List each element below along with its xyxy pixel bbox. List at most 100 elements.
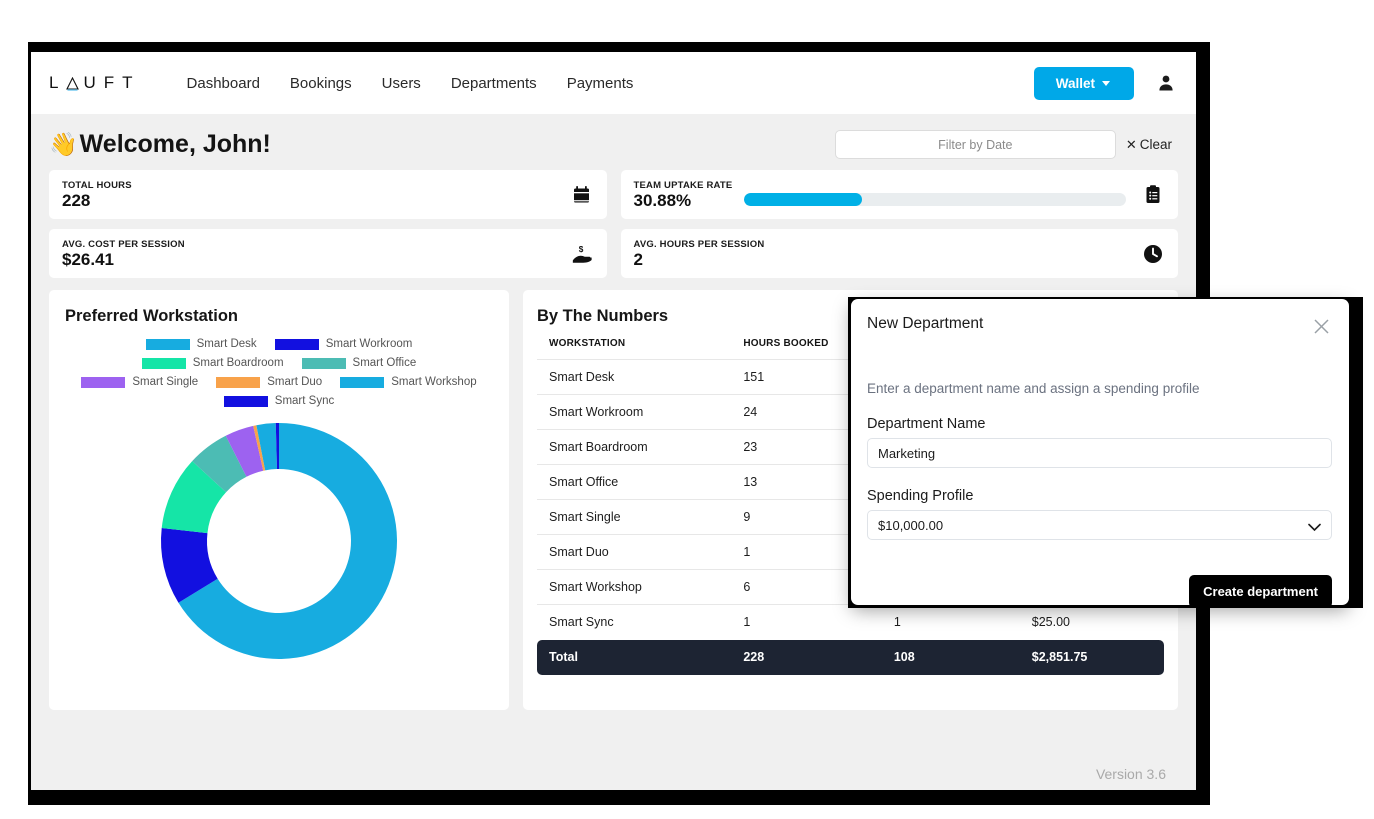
top-navbar: L U F T Dashboard Bookings Users Departm… [31, 52, 1196, 114]
legend-item[interactable]: Smart Workshop [340, 376, 477, 388]
calendar-icon [571, 184, 593, 206]
nav-link-bookings[interactable]: Bookings [290, 75, 352, 92]
modal-footer: Create department [867, 575, 1332, 608]
wallet-button-label: Wallet [1055, 75, 1095, 91]
version-label: Version 3.6 [1095, 766, 1166, 782]
legend-swatch [301, 357, 346, 369]
column-header-workstation: WORKSTATION [549, 338, 626, 349]
chart-legend: Smart Desk Smart Workroom Smart Boardroom S… [65, 338, 493, 407]
legend-label: Smart Office [352, 357, 417, 369]
lauft-logo[interactable]: L U F T [49, 73, 137, 93]
donut-chart-svg [161, 423, 397, 659]
legend-label: Smart Sync [274, 395, 335, 407]
total-cost-cell: $2,851.75 [1019, 639, 1164, 675]
new-department-modal: New Department Enter a department name a… [851, 299, 1349, 608]
clock-icon [1142, 243, 1164, 265]
table-total-row: Total 228 108 $2,851.75 [537, 639, 1164, 675]
logo-letter-t: T [122, 73, 137, 92]
modal-header: New Department [867, 315, 1332, 337]
cost-cell: $25.00 [1019, 604, 1164, 640]
close-icon[interactable] [1310, 315, 1332, 337]
date-filter-group: ✕ Clear [834, 130, 1172, 159]
workstation-cell: Smart Office [537, 464, 732, 500]
stat-card-team-uptake-rate: TEAM UPTAKE RATE 30.88% [620, 170, 1178, 219]
stat-card-avg-cost-per-session: AVG. COST PER SESSION $26.41 $ [49, 229, 607, 278]
welcome-row: 👋 Welcome, John! ✕ Clear [31, 114, 1196, 167]
workstation-cell: Smart Duo [537, 534, 732, 570]
legend-label: Smart Duo [267, 376, 323, 388]
stat-card-avg-hours-per-session: AVG. HOURS PER SESSION 2 [620, 229, 1178, 278]
triangle-icon [66, 76, 80, 91]
stat-label: AVG. HOURS PER SESSION [633, 238, 765, 250]
legend-label: Smart Boardroom [192, 357, 284, 369]
chart-title: Preferred Workstation [65, 307, 238, 325]
welcome-text: Welcome, John! [79, 130, 271, 158]
legend-swatch [141, 357, 186, 369]
stat-card-total-hours: TOTAL HOURS 228 [49, 170, 607, 219]
sessions-cell: 1 [881, 604, 1020, 640]
workstation-cell: Smart Sync [537, 604, 732, 640]
workstation-cell: Smart Workroom [537, 394, 732, 430]
date-filter-input[interactable] [834, 130, 1116, 159]
legend-label: Smart Single [132, 376, 199, 388]
legend-item[interactable]: Smart Workroom [274, 338, 413, 350]
wave-icon: 👋 [49, 131, 78, 157]
stat-label: TEAM UPTAKE RATE [633, 179, 733, 191]
department-name-label: Department Name [867, 416, 986, 432]
workstation-cell: Smart Boardroom [537, 429, 732, 465]
nav-link-users[interactable]: Users [382, 75, 421, 92]
stat-label: TOTAL HOURS [62, 179, 132, 191]
total-hours-cell: 228 [731, 639, 882, 675]
nav-link-departments[interactable]: Departments [451, 75, 537, 92]
legend-swatch [145, 338, 190, 350]
legend-item[interactable]: Smart Desk [145, 338, 257, 350]
preferred-workstation-panel: Preferred Workstation Smart Desk Smart Wo… [49, 290, 509, 710]
nav-right-group: Wallet [1033, 66, 1176, 100]
legend-item[interactable]: Smart Single [81, 376, 198, 388]
hand-dollar-icon: $ [571, 243, 593, 265]
clear-filter-button[interactable]: ✕ Clear [1126, 137, 1172, 153]
device-frame-top [28, 42, 1210, 52]
legend-label: Smart Desk [196, 338, 257, 350]
logo-letter-u: U [83, 73, 100, 92]
modal-subtitle: Enter a department name and assign a spe… [867, 381, 1200, 396]
page-title: 👋 Welcome, John! [49, 130, 271, 159]
uptake-progress-fill [744, 193, 863, 207]
table-row: Smart Sync 1 1 $25.00 [537, 604, 1164, 640]
stat-label: AVG. COST PER SESSION [62, 238, 185, 250]
chevron-down-icon [1102, 80, 1110, 86]
legend-item[interactable]: Smart Boardroom [141, 357, 284, 369]
logo-letter-f: F [103, 73, 119, 92]
nav-links: Dashboard Bookings Users Departments Pay… [187, 75, 634, 92]
legend-swatch [223, 395, 268, 407]
spending-profile-select-wrap: $10,000.00 [867, 510, 1332, 540]
wallet-button[interactable]: Wallet [1033, 66, 1134, 100]
workstation-cell: Smart Workshop [537, 569, 732, 605]
stat-value: $26.41 [62, 249, 114, 269]
spending-profile-select[interactable]: $10,000.00 [867, 510, 1332, 540]
create-department-button[interactable]: Create department [1189, 575, 1332, 608]
department-name-input[interactable] [867, 438, 1332, 468]
modal-title: New Department [867, 315, 984, 332]
legend-item[interactable]: Smart Duo [216, 376, 322, 388]
stat-value: 228 [62, 190, 91, 210]
nav-link-payments[interactable]: Payments [567, 75, 634, 92]
stat-cards: TOTAL HOURS 228 TEAM UPTAKE RATE 30.88% … [31, 167, 1196, 278]
clipboard-icon [1142, 184, 1164, 206]
legend-item[interactable]: Smart Office [301, 357, 417, 369]
user-icon[interactable] [1156, 73, 1176, 93]
legend-label: Smart Workshop [391, 376, 477, 388]
legend-label: Smart Workroom [325, 338, 413, 350]
stat-value: 2 [633, 249, 643, 269]
clear-filter-label: Clear [1139, 137, 1172, 152]
legend-item[interactable]: Smart Sync [223, 395, 335, 407]
stat-value: 30.88% [633, 190, 692, 210]
spending-profile-label: Spending Profile [867, 488, 974, 504]
nav-link-dashboard[interactable]: Dashboard [187, 75, 260, 92]
uptake-progress-track [744, 193, 1126, 207]
hours-cell: 1 [731, 604, 882, 640]
svg-text:$: $ [578, 245, 583, 254]
legend-swatch [274, 338, 319, 350]
legend-swatch [216, 376, 261, 388]
device-frame-bottom [28, 790, 1210, 805]
